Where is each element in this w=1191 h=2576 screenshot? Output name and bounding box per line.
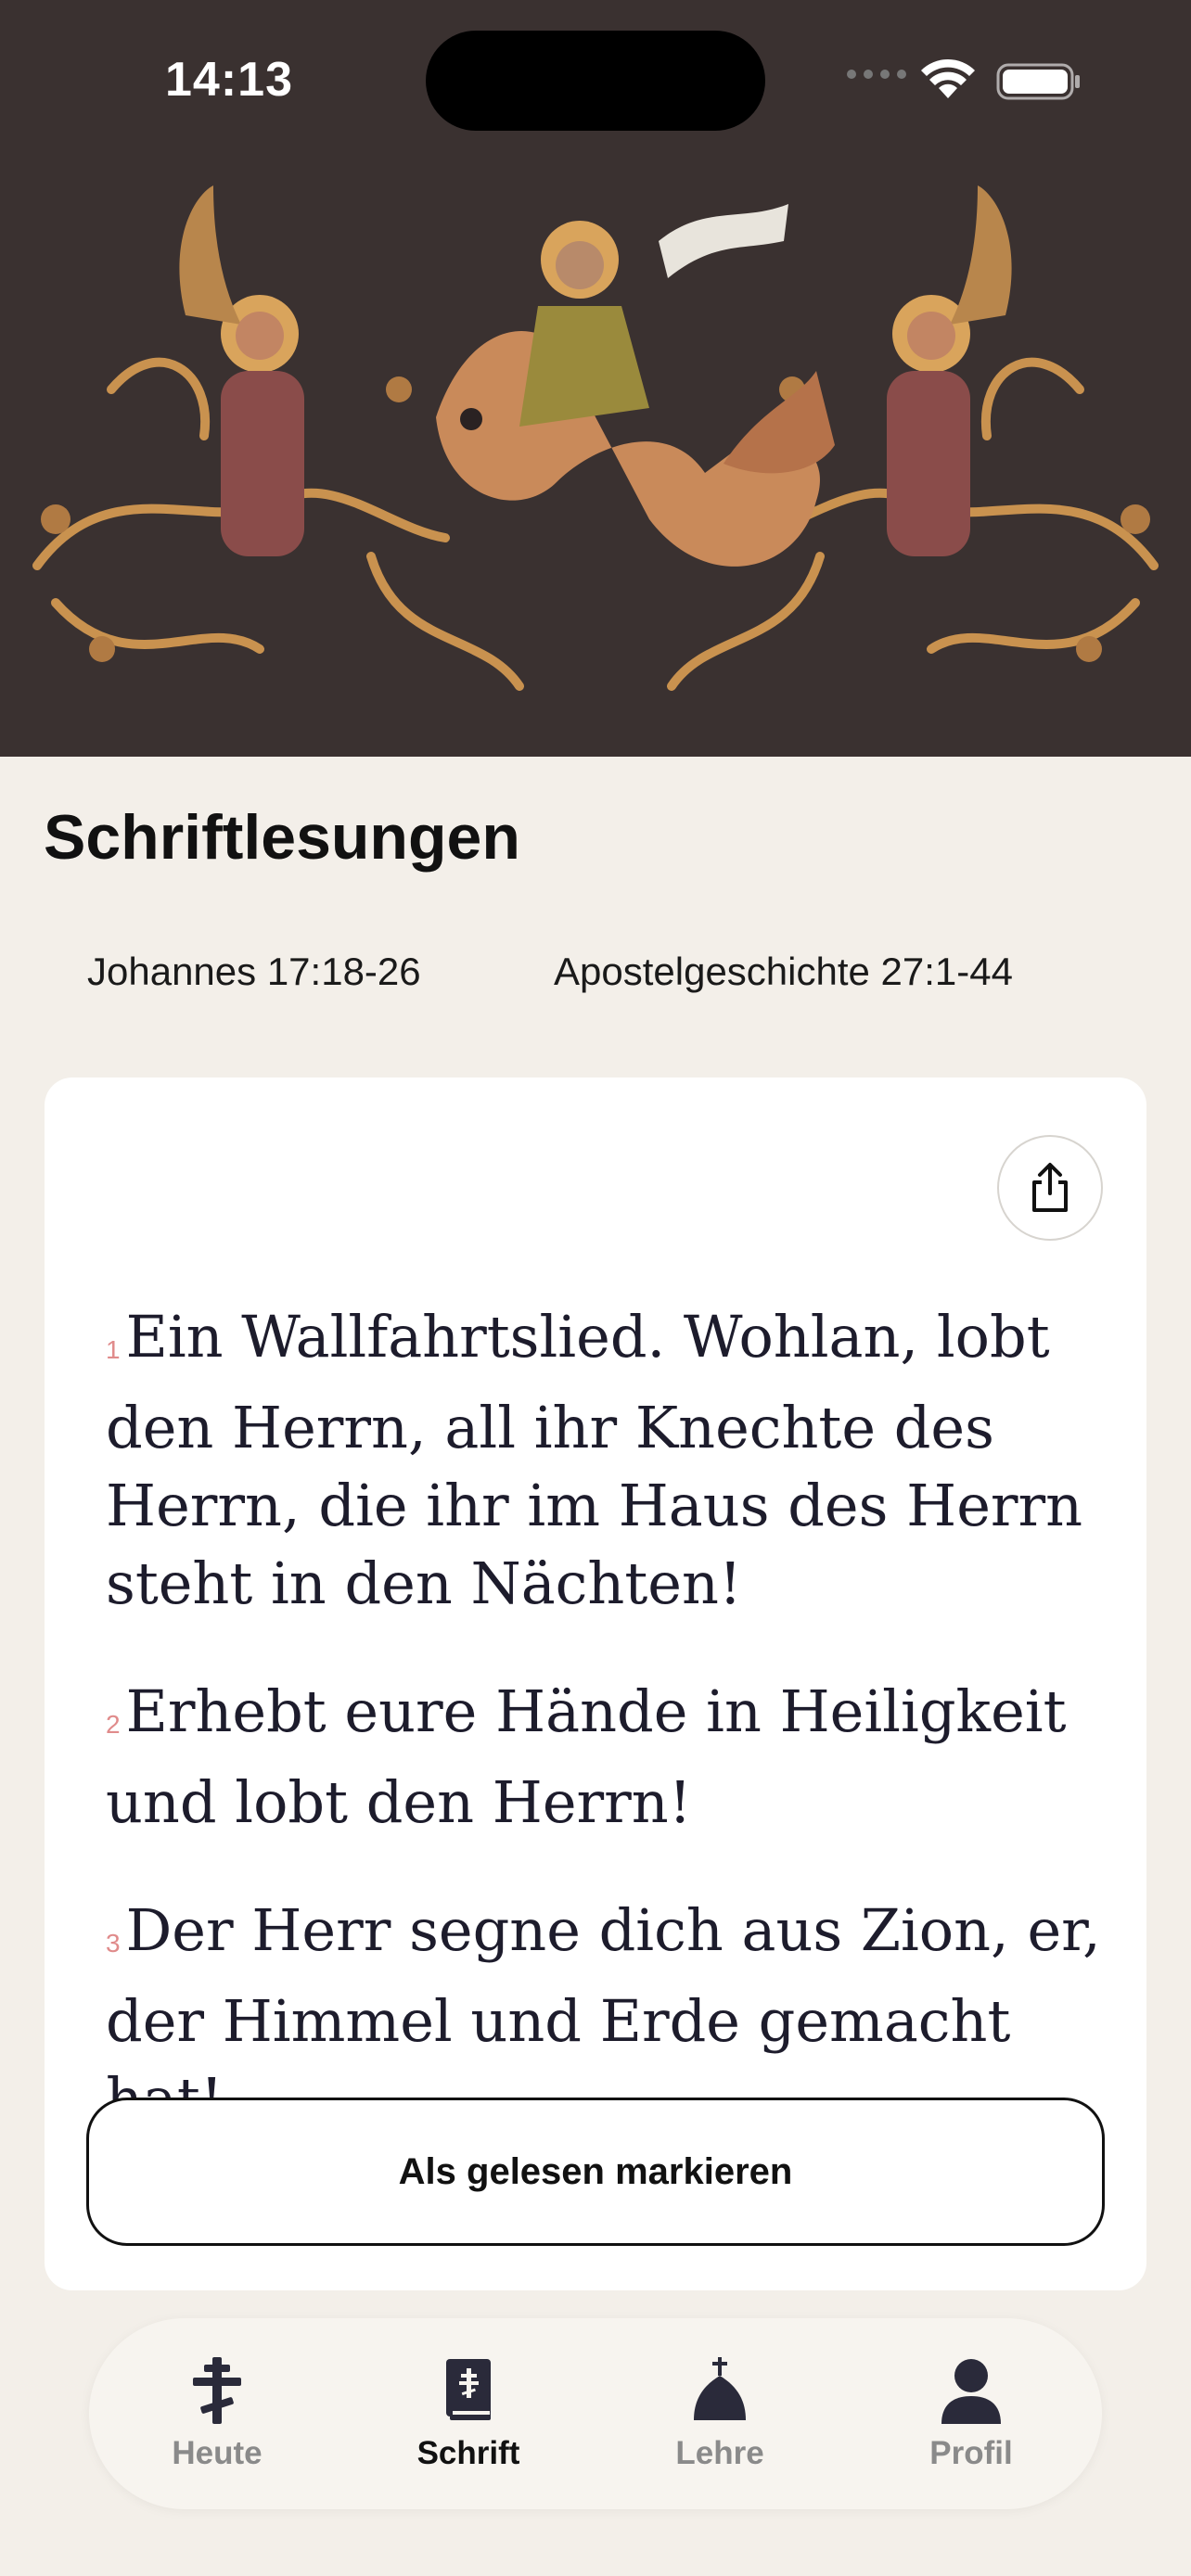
verse-list: 1Ein Wallfahrtslied. Wohlan, lobt den He… bbox=[106, 1298, 1108, 2188]
verse-number: 2 bbox=[106, 1710, 121, 1739]
tab-label: Schrift bbox=[416, 2435, 520, 2471]
verse-number: 1 bbox=[106, 1335, 121, 1364]
verse-text: Erhebt eure Hände in Heiligkeit und lobt… bbox=[106, 1677, 1067, 1836]
status-bar: 14:13 bbox=[0, 0, 1191, 158]
tab-label: Heute bbox=[172, 2435, 263, 2471]
tab-lehre[interactable]: Lehre bbox=[627, 2355, 813, 2494]
share-button[interactable] bbox=[997, 1135, 1103, 1241]
cellular-signal-icon bbox=[847, 70, 906, 79]
tab-bar: Heute Schrift Lehre Profil bbox=[89, 2318, 1102, 2509]
orthodox-cross-icon bbox=[193, 2357, 241, 2424]
share-icon bbox=[1032, 1163, 1068, 1212]
bible-icon bbox=[446, 2359, 491, 2420]
status-time: 14:13 bbox=[165, 53, 293, 107]
mark-as-read-button[interactable]: Als gelesen markieren bbox=[86, 2098, 1105, 2246]
church-dome-icon bbox=[694, 2357, 746, 2420]
verse: 1Ein Wallfahrtslied. Wohlan, lobt den He… bbox=[106, 1298, 1108, 1623]
tab-label: Lehre bbox=[675, 2435, 764, 2471]
wifi-icon bbox=[921, 58, 975, 98]
tab-reading-2[interactable]: Apostelgeschichte 27:1-44 bbox=[554, 950, 1013, 994]
verse-number: 3 bbox=[106, 1929, 121, 1958]
icon-prophet-jonah-illustration bbox=[32, 185, 1159, 691]
header-illustration: 14:13 bbox=[0, 0, 1191, 757]
verse-text: Ein Wallfahrtslied. Wohlan, lobt den Her… bbox=[106, 1303, 1083, 1617]
person-icon bbox=[941, 2359, 1001, 2424]
dynamic-island bbox=[426, 31, 765, 131]
tab-profil[interactable]: Profil bbox=[878, 2355, 1064, 2494]
tab-reading-1[interactable]: Johannes 17:18-26 bbox=[87, 950, 421, 994]
page-title: Schriftlesungen bbox=[44, 802, 520, 873]
battery-icon bbox=[996, 63, 1080, 100]
reading-tabs: Johannes 17:18-26 Apostelgeschichte 27:1… bbox=[0, 950, 1191, 1011]
tab-label: Profil bbox=[929, 2435, 1013, 2471]
tab-schrift[interactable]: Schrift bbox=[376, 2355, 561, 2494]
verse: 2Erhebt eure Hände in Heiligkeit und lob… bbox=[106, 1673, 1108, 1842]
tab-heute[interactable]: Heute bbox=[124, 2355, 310, 2494]
